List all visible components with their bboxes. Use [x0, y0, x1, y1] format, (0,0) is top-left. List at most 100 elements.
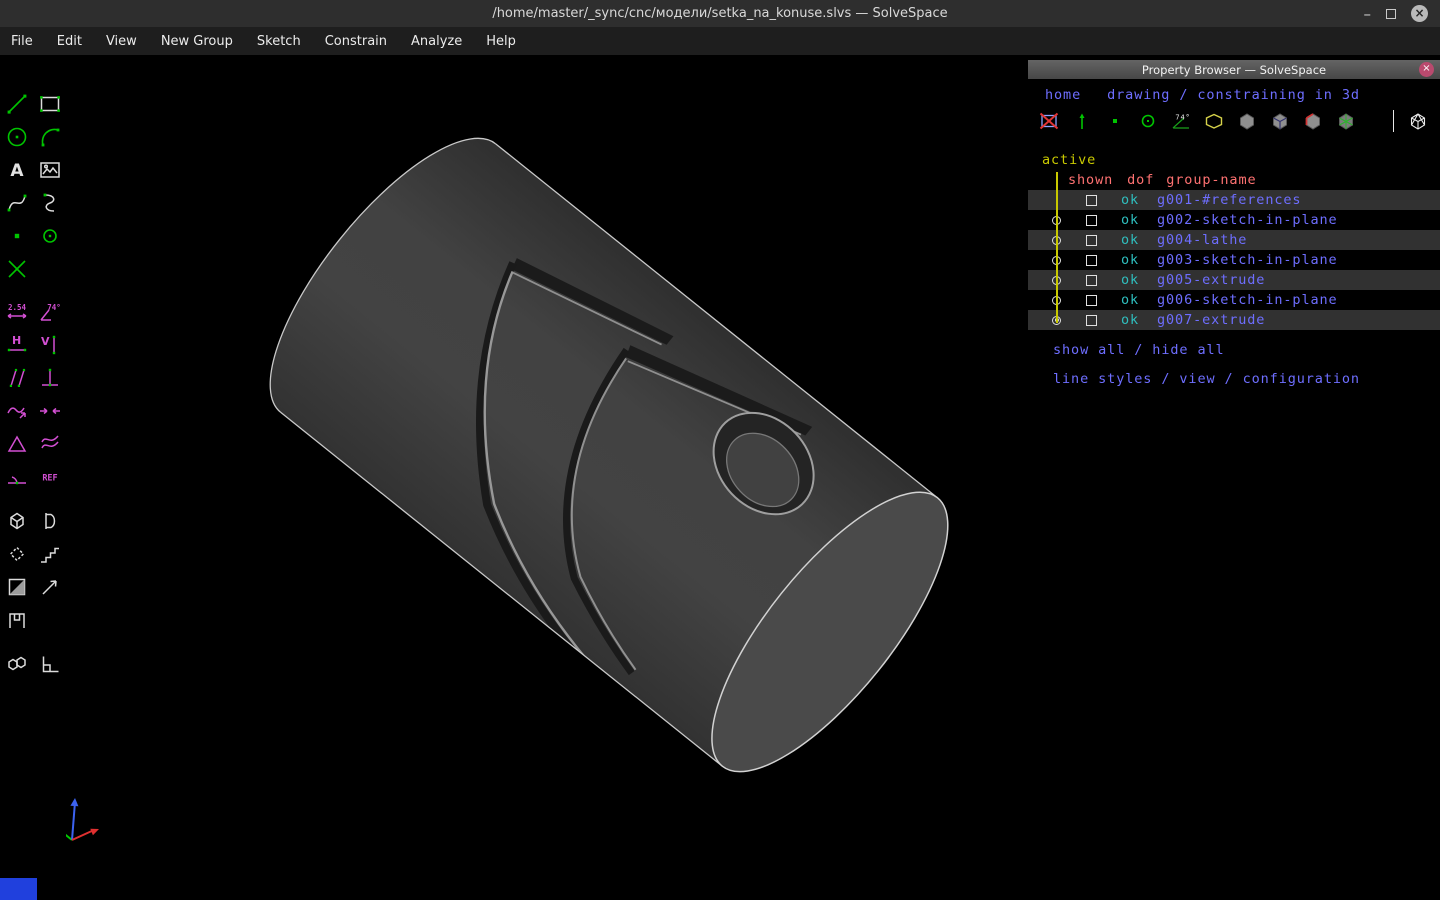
shown-checkbox[interactable]	[1086, 274, 1097, 286]
menu-view[interactable]: View	[97, 30, 146, 53]
group-row-g001[interactable]: ok g001-#references	[1028, 190, 1440, 210]
lathe-group-tool[interactable]	[33, 504, 66, 537]
distance-constraint-tool[interactable]: 2.54	[0, 295, 33, 328]
sketch-in-plane-tool[interactable]	[0, 603, 33, 636]
construction-tool[interactable]	[33, 219, 66, 252]
toggle-normals-icon	[1079, 113, 1084, 129]
window-title: /home/master/_sync/cnc/модели/setka_na_k…	[492, 6, 948, 21]
toggle-workplanes-button[interactable]	[1032, 107, 1065, 135]
text-tool-icon: A	[10, 161, 24, 181]
shown-checkbox[interactable]	[1086, 314, 1097, 326]
toggle-construction-button[interactable]	[1131, 107, 1164, 135]
split-curves-tool[interactable]	[0, 252, 33, 285]
toggle-outlines-button[interactable]	[1197, 107, 1230, 135]
config-links[interactable]: line styles / view / configuration	[1028, 371, 1440, 387]
link-file-tool[interactable]	[0, 648, 33, 681]
shown-checkbox[interactable]	[1086, 254, 1097, 266]
toolbar-separator	[1393, 110, 1394, 132]
solvespace-window: /home/master/_sync/cnc/модели/setka_na_k…	[0, 0, 1440, 900]
group-row-g002[interactable]: ok g002-sketch-in-plane	[1028, 210, 1440, 230]
shown-checkbox[interactable]	[1086, 294, 1097, 306]
group-row-g005[interactable]: ok g005-extrude	[1028, 270, 1440, 290]
home-link[interactable]: home	[1045, 87, 1081, 103]
display-shaded-button[interactable]	[1230, 107, 1263, 135]
group-dof: ok	[1121, 272, 1140, 288]
menu-constrain[interactable]: Constrain	[316, 30, 396, 53]
menubar: File Edit View New Group Sketch Constrai…	[0, 27, 1440, 55]
shown-checkbox[interactable]	[1086, 234, 1097, 246]
column-dof: dof	[1127, 172, 1155, 188]
helix-group-tool[interactable]	[0, 537, 33, 570]
group-name-link[interactable]: g001-#references	[1157, 192, 1301, 208]
datum-point-tool[interactable]	[0, 219, 33, 252]
group-row-g003[interactable]: ok g003-sketch-in-plane	[1028, 250, 1440, 270]
parallel-curves-tool[interactable]	[33, 427, 66, 460]
svg-text:74°: 74°	[47, 303, 61, 312]
perpendicular-constraint-tool[interactable]	[33, 361, 66, 394]
close-button[interactable]: ×	[1411, 5, 1428, 22]
parallel-constraint-tool[interactable]	[0, 361, 33, 394]
shown-checkbox[interactable]	[1086, 214, 1097, 226]
rectangle-tool[interactable]	[33, 87, 66, 120]
group-name-link[interactable]: g007-extrude	[1157, 312, 1265, 328]
shown-checkbox[interactable]	[1086, 194, 1097, 206]
group-name-link[interactable]: g002-sketch-in-plane	[1157, 212, 1338, 228]
line-segment-tool[interactable]	[0, 87, 33, 120]
menu-edit[interactable]: Edit	[48, 30, 91, 53]
menu-sketch[interactable]: Sketch	[248, 30, 310, 53]
helix-icon	[9, 546, 24, 561]
property-browser-titlebar[interactable]: Property Browser — SolveSpace ×	[1028, 60, 1440, 79]
horizontal-constraint-tool[interactable]: H	[0, 328, 33, 361]
link-file-icon	[7, 656, 26, 670]
display-mesh-button[interactable]	[1329, 107, 1362, 135]
circle-tool[interactable]	[0, 120, 33, 153]
group-row-g004[interactable]: ok g004-lathe	[1028, 230, 1440, 250]
show-hide-links[interactable]: show all / hide all	[1028, 342, 1440, 358]
spline-tool[interactable]	[33, 186, 66, 219]
extrude-icon	[9, 512, 24, 529]
model-cylinder[interactable]	[225, 105, 986, 814]
group-row-g006[interactable]: ok g006-sketch-in-plane	[1028, 290, 1440, 310]
toggle-normals-button[interactable]	[1065, 107, 1098, 135]
maximize-button[interactable]	[1386, 8, 1396, 19]
snap-to-curve-tool[interactable]	[0, 394, 33, 427]
supplementary-angle-tool[interactable]	[0, 460, 33, 493]
toggle-dimensions-button[interactable]: 74°	[1164, 107, 1197, 135]
titlebar[interactable]: /home/master/_sync/cnc/модели/setka_na_k…	[0, 0, 1440, 27]
group-row-g007[interactable]: ok g007-extrude	[1028, 310, 1440, 330]
angle-constraint-tool[interactable]: 74°	[33, 295, 66, 328]
menu-file[interactable]: File	[2, 30, 42, 53]
menu-new-group[interactable]: New Group	[152, 30, 242, 53]
main-area: A 2.54 74° H V REF Property Browser — So…	[0, 55, 1440, 900]
symmetric-constraint-tool[interactable]	[0, 427, 33, 460]
image-tool[interactable]	[33, 153, 66, 186]
display-edges-button[interactable]	[1263, 107, 1296, 135]
bottom-left-blue-badge	[0, 878, 37, 900]
property-browser-close-button[interactable]: ×	[1419, 62, 1434, 77]
display-hidden-lines-button[interactable]	[1401, 107, 1434, 135]
group-name-link[interactable]: g004-lathe	[1157, 232, 1247, 248]
reference-dimension-tool[interactable]: REF	[33, 460, 66, 493]
menu-analyze[interactable]: Analyze	[402, 30, 471, 53]
group-name-link[interactable]: g003-sketch-in-plane	[1157, 252, 1338, 268]
sketch-in-3d-tool[interactable]	[0, 570, 33, 603]
corner-group-tool[interactable]	[33, 648, 66, 681]
bezier-tool[interactable]	[0, 186, 33, 219]
horizontal-constraint-icon: H	[7, 334, 26, 351]
step-rotate-group-tool[interactable]	[33, 570, 66, 603]
text-tool[interactable]: A	[0, 153, 33, 186]
group-list-header: shown dof group-name	[1028, 170, 1440, 190]
group-dof: ok	[1121, 252, 1140, 268]
arc-tool[interactable]	[33, 120, 66, 153]
extrude-group-tool[interactable]	[0, 504, 33, 537]
on-point-constraint-tool[interactable]	[33, 394, 66, 427]
toggle-points-button[interactable]	[1098, 107, 1131, 135]
display-outlines-button[interactable]	[1296, 107, 1329, 135]
group-name-link[interactable]: g006-sketch-in-plane	[1157, 292, 1338, 308]
supplementary-angle-icon	[7, 475, 26, 484]
menu-help[interactable]: Help	[477, 30, 525, 53]
minimize-button[interactable]: –	[1364, 6, 1372, 21]
step-translate-group-tool[interactable]	[33, 537, 66, 570]
group-name-link[interactable]: g005-extrude	[1157, 272, 1265, 288]
vertical-constraint-tool[interactable]: V	[33, 328, 66, 361]
